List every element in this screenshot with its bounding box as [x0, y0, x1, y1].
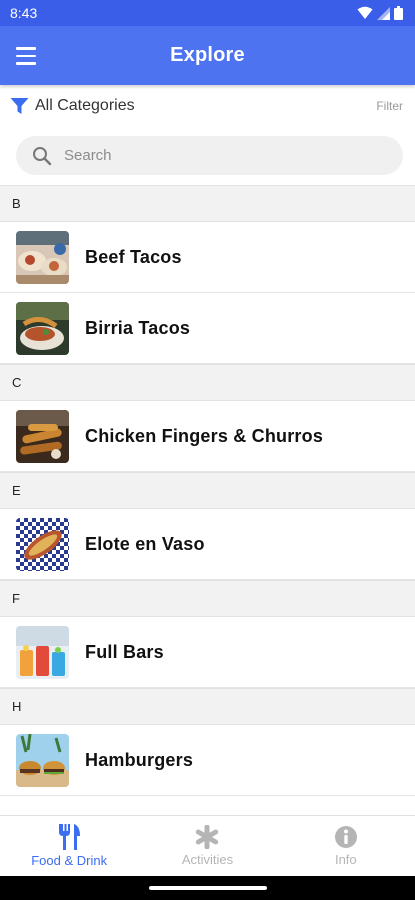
section-header: C [0, 364, 415, 401]
tab-label: Food & Drink [31, 853, 108, 868]
filter-button[interactable]: Filter [376, 99, 405, 113]
hamburger-icon-line [16, 62, 36, 65]
beef-tacos-image [16, 230, 69, 284]
status-time: 8:43 [10, 5, 38, 21]
list-item-beef-tacos[interactable]: Beef Tacos [0, 222, 415, 293]
info-icon [334, 826, 357, 848]
birria-tacos-image [16, 301, 69, 355]
list-item-elote-en-vaso[interactable]: Elote en Vaso [0, 509, 415, 580]
chicken-fingers-churros-image [16, 409, 69, 463]
full-bars-image [16, 625, 69, 679]
section-header: H [0, 688, 415, 725]
search-icon [33, 146, 52, 165]
search-bar[interactable] [16, 136, 403, 175]
battery-icon [394, 6, 403, 20]
asterisk-icon [196, 825, 219, 849]
system-nav-bar [0, 876, 415, 900]
app-bar: Explore [0, 26, 415, 85]
item-name: Beef Tacos [85, 246, 182, 267]
status-icons [357, 6, 403, 20]
section-header: B [0, 185, 415, 222]
item-name: Elote en Vaso [85, 533, 205, 554]
item-list: B Beef Tacos Birria Tacos C Chicken Fing… [0, 185, 415, 815]
list-item-hamburgers[interactable]: Hamburgers [0, 725, 415, 796]
bottom-tab-bar: Food & Drink Activities Info [0, 815, 415, 876]
home-gesture-handle[interactable] [148, 886, 267, 890]
search-input[interactable] [64, 147, 364, 164]
status-bar: 8:43 [0, 0, 415, 26]
elote-en-vaso-image [16, 517, 69, 571]
hamburger-icon-line [16, 54, 36, 58]
fork-knife-icon [59, 824, 81, 850]
signal-icon [377, 6, 390, 20]
menu-button[interactable] [16, 43, 44, 69]
tab-food-drink[interactable]: Food & Drink [0, 816, 138, 876]
section-header: F [0, 580, 415, 617]
funnel-icon [10, 98, 29, 114]
section-header: E [0, 472, 415, 509]
hamburgers-image [16, 733, 69, 787]
list-item-birria-tacos[interactable]: Birria Tacos [0, 293, 415, 364]
category-label: All Categories [35, 97, 135, 114]
tab-activities[interactable]: Activities [138, 816, 276, 876]
item-name: Full Bars [85, 641, 164, 662]
item-name: Hamburgers [85, 749, 194, 770]
list-item-full-bars[interactable]: Full Bars [0, 617, 415, 688]
item-name: Chicken Fingers & Churros [85, 425, 324, 446]
page-title: Explore [170, 44, 245, 66]
hamburger-icon-line [16, 47, 36, 50]
tab-label: Info [334, 852, 357, 867]
item-name: Birria Tacos [85, 317, 191, 338]
tab-label: Activities [181, 852, 234, 867]
category-selector[interactable]: All Categories [10, 97, 135, 115]
wifi-icon [357, 6, 373, 19]
tab-info[interactable]: Info [277, 816, 415, 876]
list-item-chicken-fingers-churros[interactable]: Chicken Fingers & Churros [0, 401, 415, 472]
filter-row: All Categories Filter [0, 88, 415, 124]
